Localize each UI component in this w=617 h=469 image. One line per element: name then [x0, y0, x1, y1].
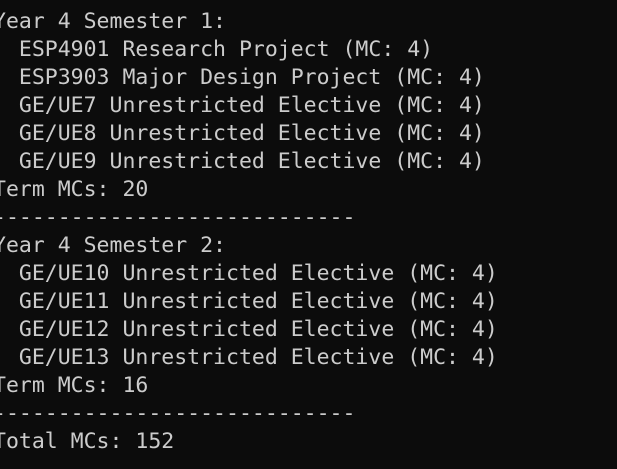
terminal-output[interactable]: Year 4 Semester 1: ESP4901 Research Proj…	[0, 0, 617, 469]
module-line: ESP4901 Research Project (MC: 4)	[0, 37, 434, 62]
total-mcs-line: Total MCs: 152	[0, 429, 175, 454]
module-line: GE/UE12 Unrestricted Elective (MC: 4)	[0, 317, 498, 342]
module-line: GE/UE8 Unrestricted Elective (MC: 4)	[0, 121, 485, 146]
module-line: GE/UE9 Unrestricted Elective (MC: 4)	[0, 149, 485, 174]
module-line: ESP3903 Major Design Project (MC: 4)	[0, 65, 485, 90]
module-line: GE/UE13 Unrestricted Elective (MC: 4)	[0, 345, 498, 370]
module-line: GE/UE7 Unrestricted Elective (MC: 4)	[0, 93, 485, 118]
semester-heading: Year 4 Semester 1:	[0, 9, 226, 34]
separator-line: ----------------------------	[0, 401, 356, 426]
term-mcs-line: Term MCs: 16	[0, 373, 149, 398]
term-mcs-line: Term MCs: 20	[0, 177, 149, 202]
module-line: GE/UE11 Unrestricted Elective (MC: 4)	[0, 289, 498, 314]
terminal-lines: Year 4 Semester 1: ESP4901 Research Proj…	[0, 8, 498, 456]
module-line: GE/UE10 Unrestricted Elective (MC: 4)	[0, 261, 498, 286]
separator-line: ----------------------------	[0, 205, 356, 230]
semester-heading: Year 4 Semester 2:	[0, 233, 226, 258]
